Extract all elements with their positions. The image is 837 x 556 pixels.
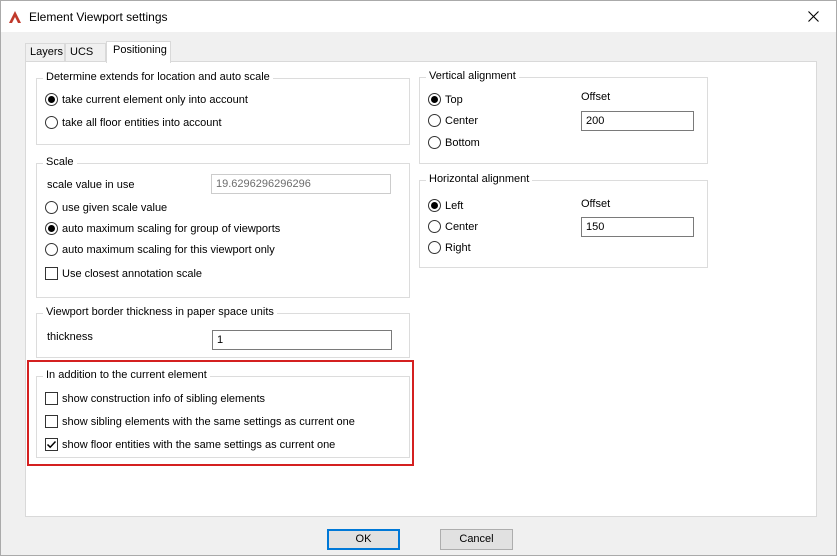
group-border-thickness: Viewport border thickness in paper space… (36, 306, 410, 358)
window-title: Element Viewport settings (29, 10, 168, 24)
radio-label: auto maximum scaling for this viewport o… (62, 243, 275, 256)
tab-positioning[interactable]: Positioning (106, 41, 171, 63)
group-scale-title: Scale (43, 156, 77, 168)
radio-horizontal-center[interactable]: Center (428, 220, 478, 233)
checkbox-box (45, 267, 58, 280)
dialog-window: Element Viewport settings Layers UCS Pos… (0, 0, 837, 556)
radio-indicator (45, 222, 58, 235)
radio-label: take current element only into account (62, 93, 248, 106)
ok-button[interactable]: OK (327, 529, 400, 550)
checkbox-label: Use closest annotation scale (62, 267, 203, 280)
thickness-input[interactable] (212, 330, 392, 350)
radio-horizontal-right[interactable]: Right (428, 241, 471, 254)
group-extends-title: Determine extends for location and auto … (43, 71, 273, 83)
radio-label: Right (445, 241, 471, 254)
radio-indicator (428, 114, 441, 127)
radio-all-floor-entities[interactable]: take all floor entities into account (45, 116, 222, 129)
radio-vertical-top[interactable]: Top (428, 93, 463, 106)
title-bar: Element Viewport settings (1, 1, 836, 32)
group-border-title: Viewport border thickness in paper space… (43, 306, 277, 318)
vertical-offset-label: Offset (581, 91, 611, 103)
thickness-label: thickness (47, 331, 93, 343)
group-scale: Scale scale value in use use given scale… (36, 156, 410, 298)
radio-indicator (428, 241, 441, 254)
radio-use-given-scale[interactable]: use given scale value (45, 201, 167, 214)
radio-label: auto maximum scaling for group of viewpo… (62, 222, 281, 235)
radio-label: Left (445, 199, 464, 212)
radio-auto-viewport[interactable]: auto maximum scaling for this viewport o… (45, 243, 275, 256)
tab-ucs[interactable]: UCS (65, 43, 106, 62)
horizontal-offset-input[interactable] (581, 217, 694, 237)
radio-indicator (428, 199, 441, 212)
radio-label: Center (445, 220, 479, 233)
radio-current-element[interactable]: take current element only into account (45, 93, 248, 106)
radio-label: take all floor entities into account (62, 116, 222, 129)
close-button[interactable] (790, 1, 836, 32)
radio-horizontal-left[interactable]: Left (428, 199, 463, 212)
radio-vertical-bottom[interactable]: Bottom (428, 136, 480, 149)
radio-indicator (428, 220, 441, 233)
group-vertical-title: Vertical alignment (426, 70, 519, 82)
radio-indicator (45, 201, 58, 214)
close-icon (807, 11, 819, 22)
group-horizontal-alignment: Horizontal alignment Left Center Right O… (419, 173, 708, 268)
radio-auto-group[interactable]: auto maximum scaling for group of viewpo… (45, 222, 280, 235)
radio-indicator (428, 136, 441, 149)
radio-vertical-center[interactable]: Center (428, 114, 478, 127)
app-logo-icon (9, 11, 21, 23)
group-vertical-alignment: Vertical alignment Top Center Bottom Off… (419, 70, 708, 164)
scale-value-field[interactable] (211, 174, 391, 194)
radio-label: Center (445, 114, 479, 127)
radio-indicator (45, 243, 58, 256)
radio-indicator (45, 116, 58, 129)
group-horizontal-title: Horizontal alignment (426, 173, 533, 185)
horizontal-offset-label: Offset (581, 198, 611, 210)
scale-value-label: scale value in use (47, 179, 135, 191)
cancel-button[interactable]: Cancel (440, 529, 513, 550)
radio-indicator (45, 93, 58, 106)
group-extends: Determine extends for location and auto … (36, 71, 410, 145)
tab-layers[interactable]: Layers (25, 43, 65, 62)
highlight-annotation-box (27, 360, 414, 466)
radio-label: Bottom (445, 136, 480, 149)
radio-indicator (428, 93, 441, 106)
vertical-offset-input[interactable] (581, 111, 694, 131)
radio-label: use given scale value (62, 201, 168, 214)
radio-label: Top (445, 93, 463, 106)
checkbox-closest-annotation-scale[interactable]: Use closest annotation scale (45, 267, 202, 280)
